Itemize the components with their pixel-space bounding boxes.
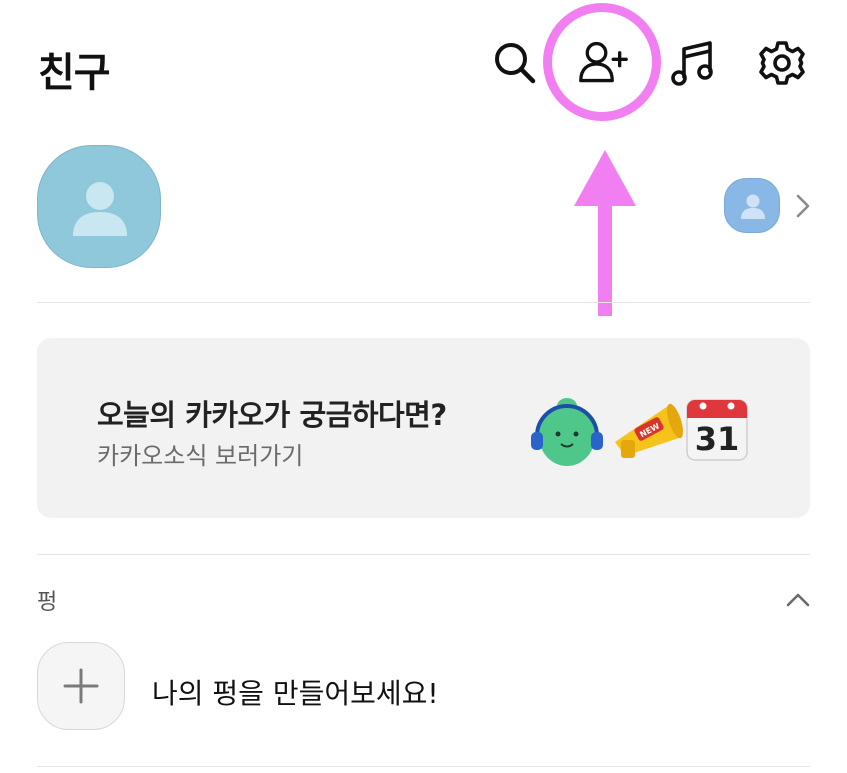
add-friend-button[interactable]: [578, 38, 628, 88]
settings-icon: [759, 41, 805, 85]
settings-button[interactable]: [757, 38, 807, 88]
default-person-icon: [741, 194, 765, 219]
add-friend-icon: [579, 41, 628, 83]
plus-icon: [63, 668, 99, 704]
calendar-day: 31: [694, 420, 740, 458]
divider: [37, 302, 810, 303]
banner-subtitle: 카카오소식 보러가기: [97, 442, 304, 470]
create-pung-prompt[interactable]: 나의 펑을 만들어보세요!: [152, 672, 439, 712]
megaphone-icon: NEW: [615, 403, 683, 458]
kakao-news-banner[interactable]: 오늘의 카카오가 궁금하다면? 카카오소식 보러가기 NEW 31: [37, 338, 810, 518]
my-profile-avatar[interactable]: [37, 145, 161, 268]
create-pung-button[interactable]: [37, 642, 125, 730]
annotation-arrow: [574, 150, 636, 316]
default-person-icon: [73, 182, 127, 236]
section-label: 펑: [37, 590, 58, 615]
chevron-up-icon[interactable]: [783, 588, 813, 612]
banner-title: 오늘의 카카오가 궁금하다면?: [97, 398, 447, 432]
friends-screen: 친구 오늘의 카카오가 궁금하다면? 카카오소식 보러가기 NEW 31 펑 나…: [0, 0, 847, 773]
divider: [37, 766, 810, 767]
calendar-icon: 31: [685, 396, 749, 462]
multi-profile-avatar[interactable]: [724, 178, 780, 233]
chevron-right-icon[interactable]: [795, 193, 811, 219]
search-button[interactable]: [490, 38, 540, 88]
page-title: 친구: [38, 50, 111, 96]
character-headset-icon: [531, 398, 603, 466]
music-button[interactable]: [668, 38, 718, 88]
search-icon: [495, 43, 536, 84]
divider: [37, 554, 810, 555]
music-icon: [671, 41, 713, 86]
